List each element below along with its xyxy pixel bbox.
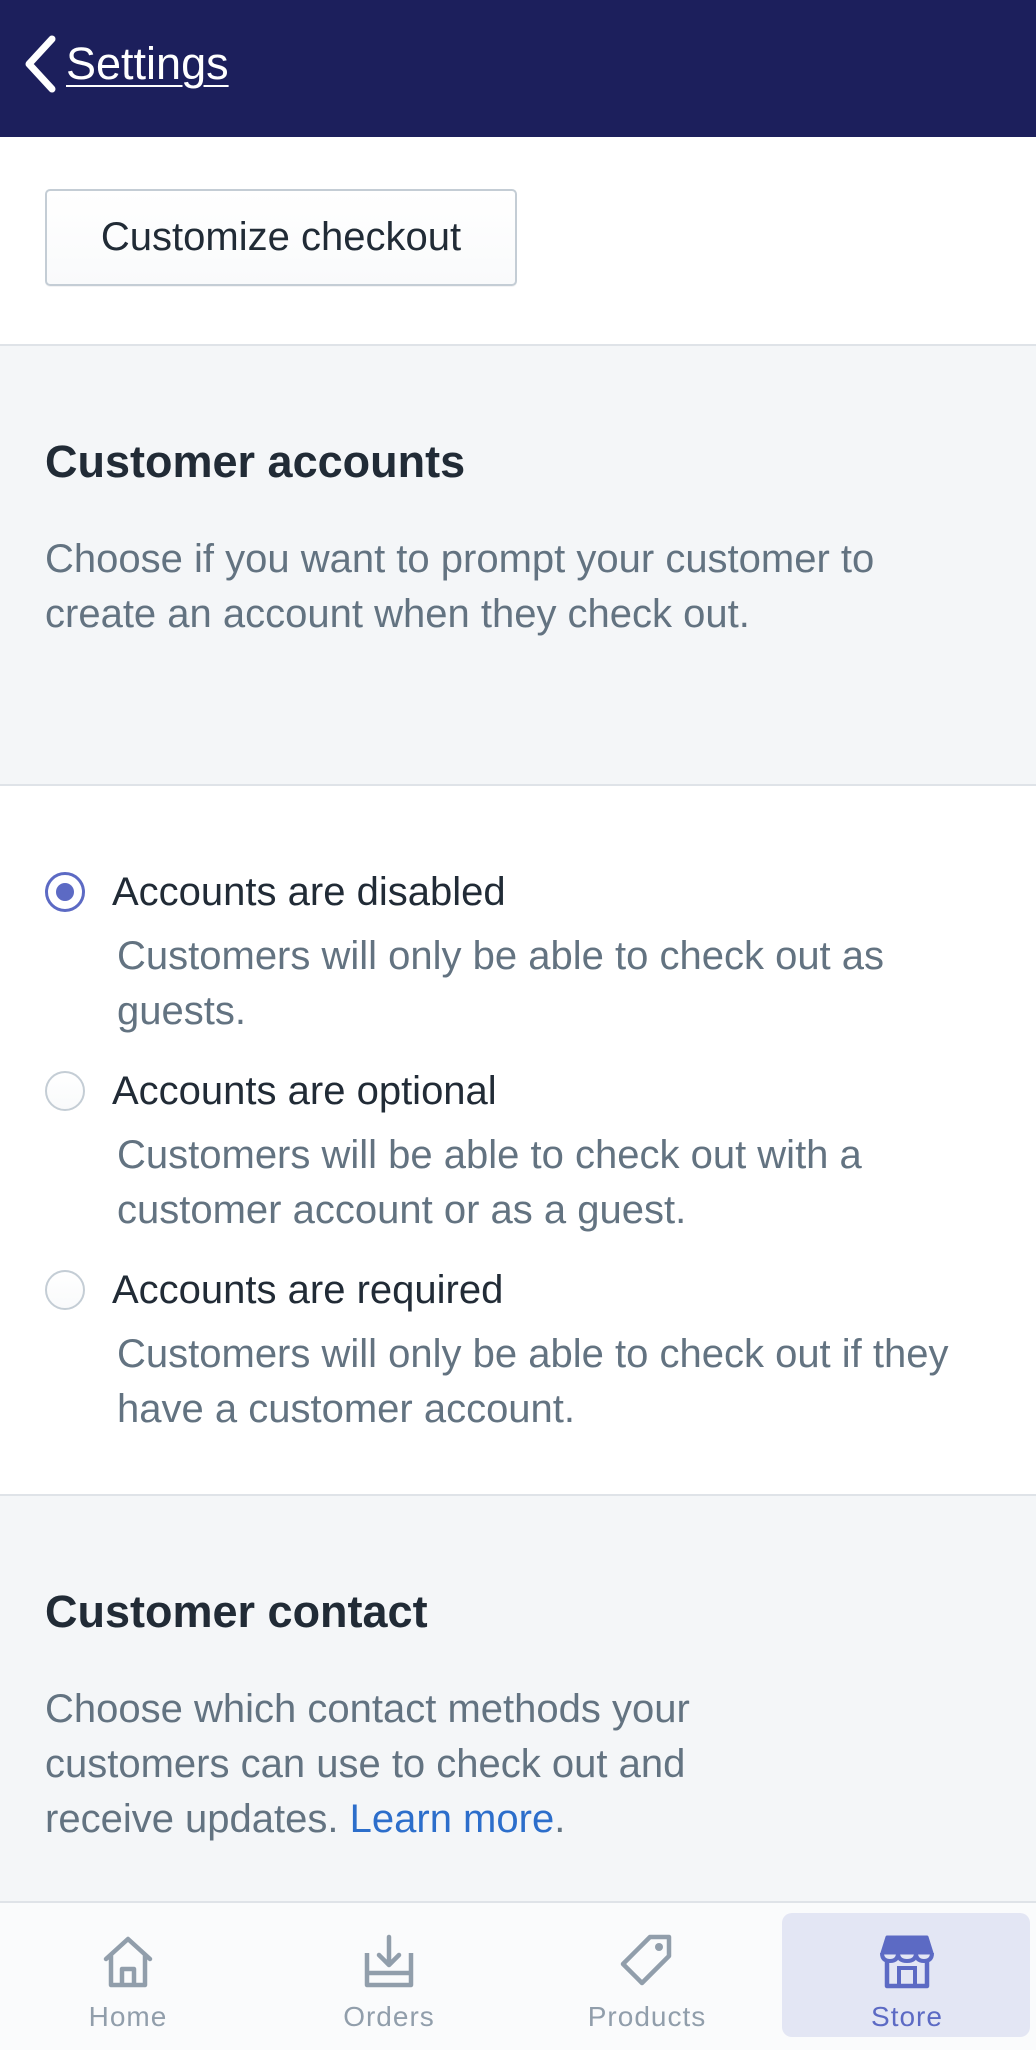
home-icon [98, 1931, 158, 1991]
radio-button-checked[interactable] [45, 872, 85, 912]
top-bar: Settings [0, 0, 1036, 137]
back-button-label: Settings [66, 37, 229, 89]
tab-orders-label: Orders [343, 2001, 435, 2032]
customer-contact-description: Choose which contact methods your custom… [45, 1682, 805, 1847]
customer-contact-title: Customer contact [45, 1586, 428, 1637]
customer-accounts-header: Customer accounts Choose if you want to … [45, 434, 945, 642]
customer-accounts-title: Customer accounts [45, 436, 466, 487]
bottom-tab-bar: Home Orders Products Store [0, 1901, 1036, 2050]
customer-accounts-options-card: Accounts are disabled Customers will onl… [0, 784, 1036, 1496]
checkout-card: Customize checkout [0, 137, 1036, 346]
radio-help-text: Customers will only be able to check out… [117, 1332, 949, 1431]
chevron-left-icon [22, 35, 58, 93]
tab-home-label: Home [88, 2001, 168, 2032]
radio-label: Accounts are disabled [112, 870, 506, 914]
customer-contact-header: Customer contact Choose which contact me… [45, 1584, 945, 1847]
tab-products[interactable]: Products [522, 1903, 772, 2050]
learn-more-link[interactable]: Learn more [350, 1797, 555, 1841]
radio-label: Accounts are optional [112, 1069, 497, 1113]
radio-label: Accounts are required [112, 1268, 504, 1312]
tab-products-label: Products [587, 2001, 707, 2032]
trailing-period: . [554, 1797, 566, 1841]
tab-store[interactable]: Store [782, 1903, 1032, 2050]
back-button[interactable]: Settings [22, 35, 229, 93]
radio-help-text: Customers will only be able to check out… [117, 934, 885, 1033]
store-icon [877, 1931, 937, 1991]
tab-store-label: Store [871, 2001, 943, 2032]
customize-checkout-button[interactable]: Customize checkout [45, 189, 517, 286]
radio-help-text: Customers will be able to check out with… [117, 1133, 862, 1232]
customer-accounts-description: Choose if you want to prompt your custom… [45, 537, 875, 636]
tag-icon [617, 1931, 677, 1991]
tab-home[interactable]: Home [3, 1903, 253, 2050]
tab-orders[interactable]: Orders [264, 1903, 514, 2050]
radio-button[interactable] [45, 1071, 85, 1111]
radio-button[interactable] [45, 1270, 85, 1310]
orders-inbox-icon [359, 1931, 419, 1991]
